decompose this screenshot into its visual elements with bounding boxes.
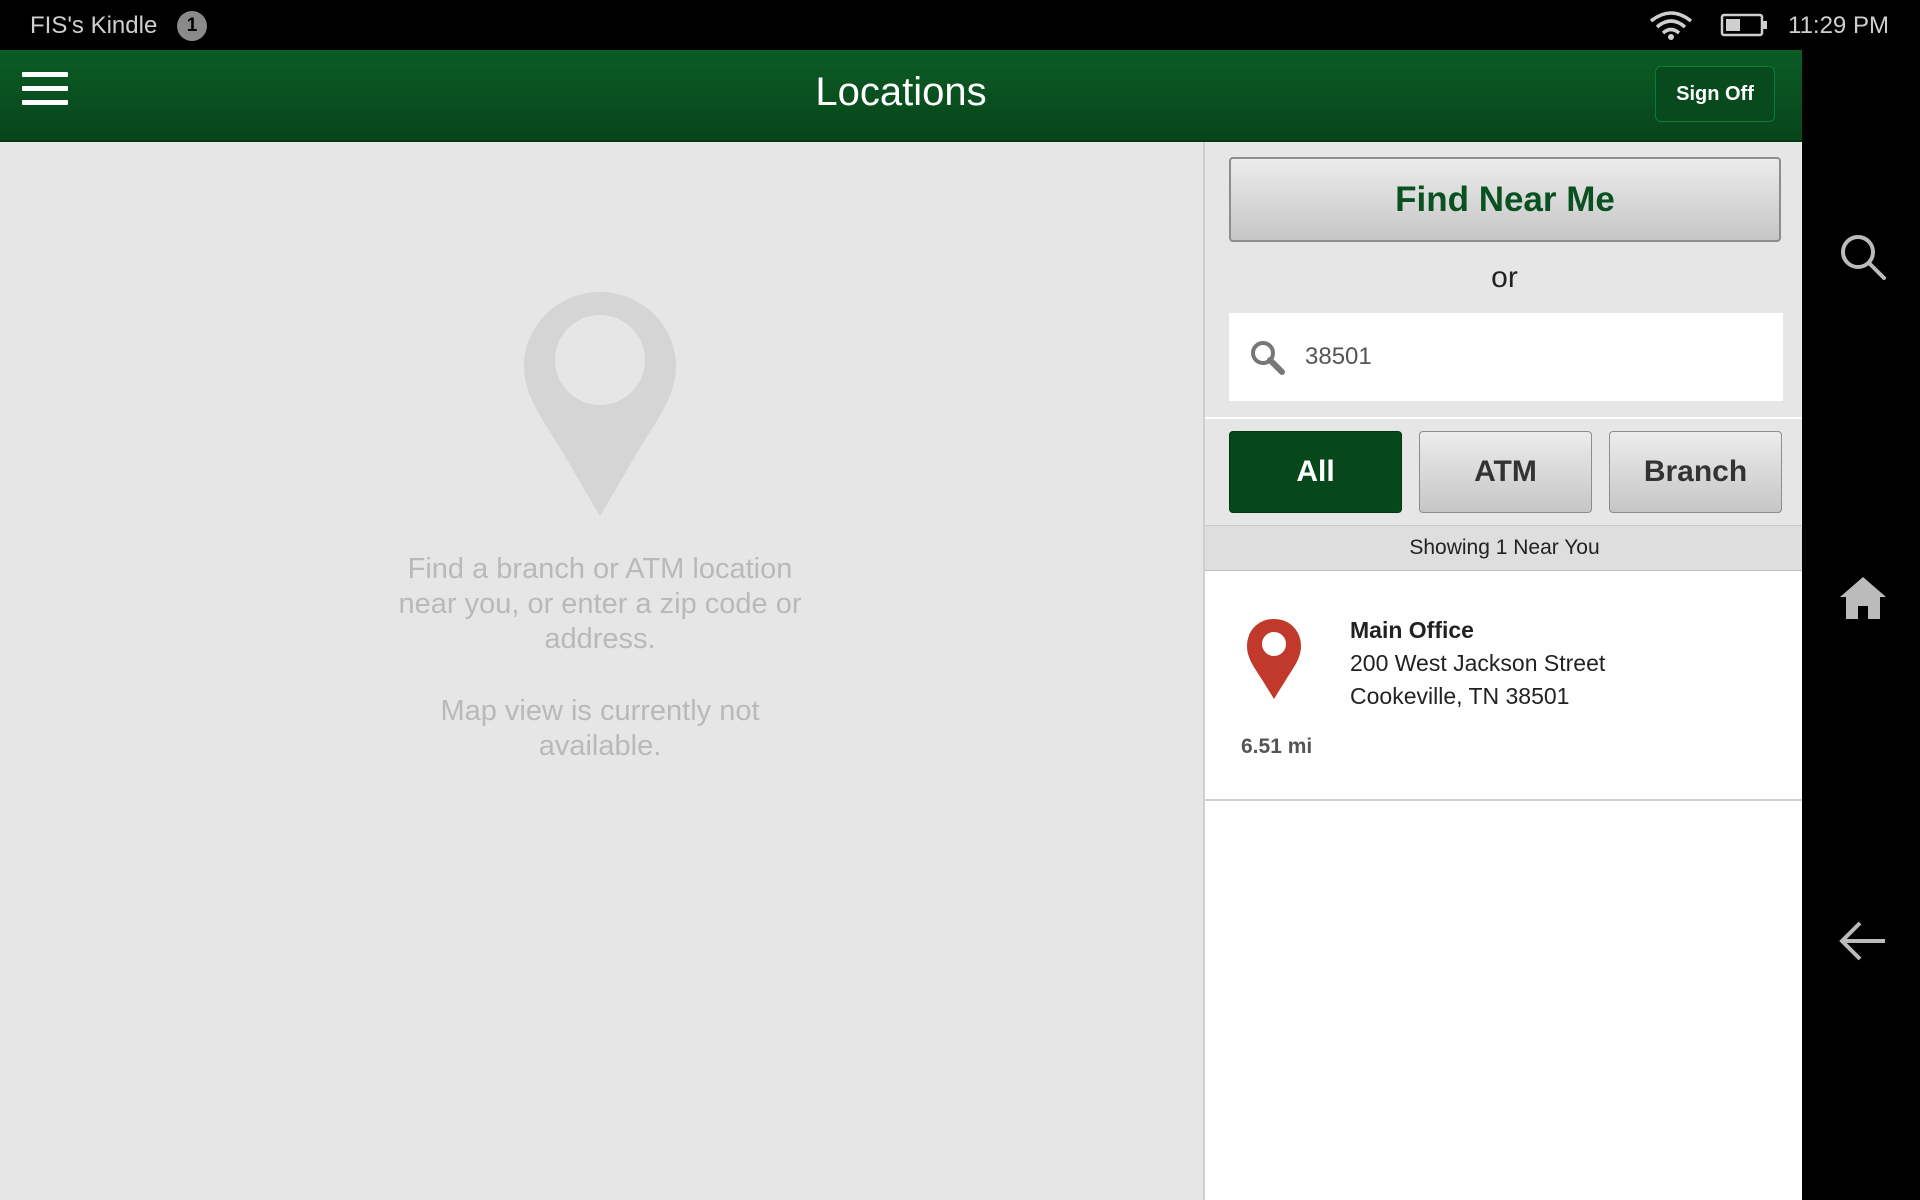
map-pin-icon <box>520 288 680 525</box>
app-window: Locations Sign Off Find a branch or ATM … <box>0 50 1802 1200</box>
filter-branch-button[interactable]: Branch <box>1609 431 1782 513</box>
results-list: 6.51 mi Main Office 200 West Jackson Str… <box>1205 571 1802 1200</box>
map-unavailable-text: Map view is currently not available. <box>440 695 760 762</box>
battery-icon <box>1720 12 1768 43</box>
back-arrow-icon[interactable] <box>1838 916 1888 971</box>
filter-atm-button[interactable]: ATM <box>1419 431 1592 513</box>
map-placeholder: Find a branch or ATM location near you, … <box>0 142 1203 1200</box>
app-header: Locations Sign Off <box>0 50 1802 142</box>
location-list-item[interactable]: 6.51 mi Main Office 200 West Jackson Str… <box>1205 571 1802 801</box>
location-distance: 6.51 mi <box>1241 735 1313 758</box>
filter-all-button[interactable]: All <box>1229 431 1402 513</box>
sign-off-button[interactable]: Sign Off <box>1655 66 1775 122</box>
system-nav-bar <box>1802 50 1920 1200</box>
clock: 11:29 PM <box>1788 12 1889 39</box>
results-count: Showing 1 Near You <box>1205 525 1802 572</box>
status-bar: FIS's Kindle 1 11:29 PM <box>0 0 1920 50</box>
location-pin-icon <box>1245 617 1303 706</box>
device-name: FIS's Kindle <box>30 12 158 39</box>
location-search-panel: Find Near Me or All ATM Branch Showing 1… <box>1203 142 1802 1200</box>
or-label: or <box>1491 261 1518 294</box>
find-near-me-button[interactable]: Find Near Me <box>1229 157 1781 242</box>
map-instructions-text: Find a branch or ATM location near you, … <box>398 553 802 655</box>
search-input[interactable] <box>1303 331 1757 383</box>
location-address-line1: 200 West Jackson Street <box>1350 650 1606 676</box>
wifi-icon <box>1648 10 1694 45</box>
home-icon[interactable] <box>1838 573 1888 628</box>
location-address-line2: Cookeville, TN 38501 <box>1350 683 1570 709</box>
page-title: Locations <box>815 70 987 114</box>
search-icon[interactable] <box>1838 232 1888 287</box>
notification-badge[interactable]: 1 <box>177 11 207 41</box>
divider <box>1205 417 1802 419</box>
location-name: Main Office <box>1350 617 1474 643</box>
search-icon <box>1249 339 1285 380</box>
search-box[interactable] <box>1229 313 1783 401</box>
